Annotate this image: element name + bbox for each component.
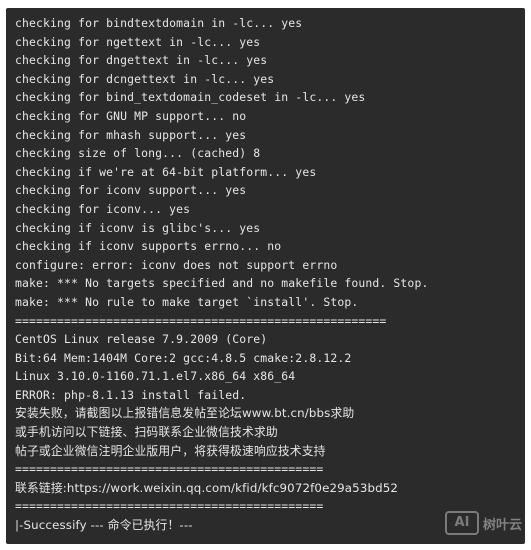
- watermark: AI 树叶云: [444, 511, 522, 535]
- error-line: make: *** No targets specified and no ma…: [15, 276, 429, 291]
- watermark-text: 树叶云: [482, 517, 522, 533]
- separator-line: ========================================…: [15, 462, 324, 477]
- terminal-line: checking for GNU MP support... no: [15, 108, 247, 123]
- terminal-line: checking for mhash support... yes: [15, 127, 247, 142]
- terminal-output[interactable]: checking for bindtextdomain in -lc... ye…: [6, 8, 525, 544]
- watermark-logo-icon: AI: [444, 511, 479, 535]
- terminal-line: checking for iconv support... yes: [15, 183, 247, 198]
- install-error-line: ERROR: php-8.1.13 install failed.: [15, 387, 247, 402]
- terminal-line: checking for dngettext in -lc... yes: [15, 53, 268, 68]
- contact-link-line[interactable]: 联系链接:https://work.weixin.qq.com/kfid/kfc…: [15, 479, 517, 498]
- help-message-line: 安装失败，请截图以上报错信息发帖至论坛www.bt.cn/bbs求助: [15, 406, 355, 421]
- terminal-line: checking if iconv supports errno... no: [15, 239, 282, 254]
- terminal-line: checking for ngettext in -lc... yes: [15, 34, 261, 49]
- kernel-line: Linux 3.10.0-1160.71.1.el7.x86_64 x86_64: [15, 369, 296, 384]
- terminal-line: checking for iconv... yes: [15, 201, 191, 216]
- help-message-line: 帖子或企业微信注明企业版用户，将获得极速响应技术支持: [15, 443, 326, 458]
- terminal-line: checking if iconv is glibc's... yes: [15, 220, 261, 235]
- error-line: configure: error: iconv does not support…: [15, 257, 338, 272]
- terminal-line: checking for dcngettext in -lc... yes: [15, 71, 275, 86]
- help-message-line: 或手机访问以下链接、扫码联系企业微信技术求助: [15, 425, 278, 440]
- terminal-line: checking for bind_textdomain_codeset in …: [15, 90, 366, 105]
- separator-line: ========================================…: [15, 313, 387, 328]
- system-info-line: Bit:64 Mem:1404M Core:2 gcc:4.8.5 cmake:…: [15, 350, 352, 365]
- terminal-line: checking if we're at 64-bit platform... …: [15, 164, 317, 179]
- status-line: |-Successify --- 命令已执行！---: [15, 518, 193, 533]
- terminal-line: checking for bindtextdomain in -lc... ye…: [15, 16, 303, 30]
- separator-line: ========================================…: [15, 499, 324, 514]
- os-release-line: CentOS Linux release 7.9.2009 (Core): [15, 332, 268, 347]
- terminal-line: checking size of long... (cached) 8: [15, 146, 261, 161]
- error-line: make: *** No rule to make target `instal…: [15, 294, 359, 309]
